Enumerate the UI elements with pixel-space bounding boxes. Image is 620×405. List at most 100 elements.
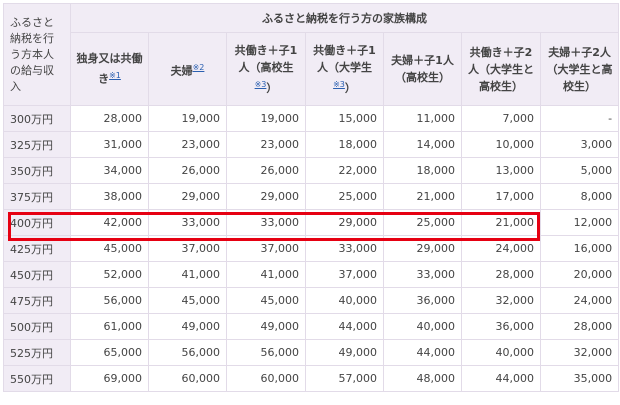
limit-value-cell: 45,000 (70, 235, 149, 262)
limit-value-cell: 28,000 (461, 261, 541, 288)
limit-value-cell: 26,000 (226, 157, 306, 184)
limit-value-cell: 25,000 (305, 183, 384, 210)
limit-value-cell: 37,000 (305, 261, 384, 288)
limit-value-cell: 33,000 (148, 209, 227, 236)
table-row: 375万円 38,000 29,000 29,000 25,000 21,000 17,00… (3, 183, 620, 210)
limit-value-cell: 56,000 (70, 287, 149, 314)
column-header: 独身又は共働き※1 (70, 32, 149, 106)
limit-value-cell: 5,000 (539, 157, 620, 184)
footnote-link[interactable]: ※2 (193, 63, 205, 72)
limit-value-cell: 40,000 (383, 313, 462, 340)
table-row: 450万円 52,000 41,000 41,000 37,000 33,000 28,00… (3, 261, 620, 288)
table-row: 425万円 45,000 37,000 37,000 33,000 29,000 24,00… (3, 235, 620, 262)
income-cell: 400万円 (3, 209, 71, 236)
limit-value-cell: 23,000 (226, 131, 306, 158)
income-cell: 525万円 (3, 339, 71, 366)
table-body: 300万円 28,000 19,000 19,000 15,000 11,000 7,000… (3, 105, 620, 392)
limit-value-cell: 25,000 (383, 209, 462, 236)
limit-value-cell: 14,000 (383, 131, 462, 158)
limit-value-cell: 28,000 (70, 105, 149, 132)
limit-value-cell: 13,000 (461, 157, 541, 184)
limit-value-cell: 22,000 (305, 157, 384, 184)
table-row: 325万円 31,000 23,000 23,000 18,000 14,000 10,00… (3, 131, 620, 158)
column-header: 共働き＋子2人（大学生と高校生） (461, 32, 541, 106)
income-cell: 350万円 (3, 157, 71, 184)
limit-value-cell: 16,000 (539, 235, 620, 262)
income-cell: 375万円 (3, 183, 71, 210)
limit-value-cell: 32,000 (461, 287, 541, 314)
column-header-label: 夫婦＋子2人（大学生と高校生） (546, 45, 613, 93)
limit-value-cell: 36,000 (383, 287, 462, 314)
limit-value-cell: 69,000 (70, 365, 149, 392)
limit-value-cell: 60,000 (226, 365, 306, 392)
limit-value-cell: 65,000 (70, 339, 149, 366)
limit-value-cell: 29,000 (305, 209, 384, 236)
column-header-suffix: ） (344, 81, 356, 95)
footnote-link[interactable]: ※3 (333, 80, 345, 89)
limit-value-cell: 32,000 (539, 339, 620, 366)
limit-value-cell: 61,000 (70, 313, 149, 340)
limit-value-cell: 31,000 (70, 131, 149, 158)
limit-value-cell: 44,000 (461, 365, 541, 392)
income-cell: 475万円 (3, 287, 71, 314)
column-header: 夫婦＋子2人（大学生と高校生） (539, 32, 620, 106)
limit-value-cell: 10,000 (461, 131, 541, 158)
limit-value-cell: 57,000 (305, 365, 384, 392)
income-cell: 325万円 (3, 131, 71, 158)
limit-value-cell: 34,000 (70, 157, 149, 184)
limit-value-cell: 18,000 (305, 131, 384, 158)
limit-value-cell: 49,000 (148, 313, 227, 340)
limit-value-cell: 33,000 (383, 261, 462, 288)
column-header: 夫婦※2 (148, 32, 227, 106)
limit-value-cell: 24,000 (539, 287, 620, 314)
column-header: 共働き＋子1人（大学生 ※3） (305, 32, 384, 106)
limit-value-cell: 44,000 (305, 313, 384, 340)
limit-value-cell: 33,000 (226, 209, 306, 236)
limit-value-cell: 41,000 (226, 261, 306, 288)
limit-value-cell: 45,000 (226, 287, 306, 314)
family-structure-header-label: ふるさと納税を行う方の家族構成 (262, 11, 428, 25)
limit-value-cell: 37,000 (226, 235, 306, 262)
column-header-label: 共働き＋子2人（大学生と高校生） (468, 45, 534, 93)
limit-value-cell: 44,000 (383, 339, 462, 366)
income-cell: 550万円 (3, 365, 71, 392)
limit-value-cell: 29,000 (226, 183, 306, 210)
table-row: 500万円 61,000 49,000 49,000 44,000 40,000 36,00… (3, 313, 620, 340)
footnote-link[interactable]: ※1 (109, 71, 121, 80)
limit-value-cell: 7,000 (461, 105, 541, 132)
limit-value-cell: 15,000 (305, 105, 384, 132)
income-cell: 450万円 (3, 261, 71, 288)
table-row: 400万円 42,000 33,000 33,000 29,000 25,000 21,00… (3, 209, 620, 236)
limit-value-cell: 35,000 (539, 365, 620, 392)
table-row: 350万円 34,000 26,000 26,000 22,000 18,000 13,00… (3, 157, 620, 184)
limit-value-cell: 48,000 (383, 365, 462, 392)
limit-value-cell: 49,000 (226, 313, 306, 340)
income-column-header: ふるさと納税を行う方本人の給与収入 (3, 3, 71, 106)
column-header-suffix: ） (266, 81, 278, 95)
limit-value-cell: 12,000 (539, 209, 620, 236)
limit-value-cell: 28,000 (539, 313, 620, 340)
income-column-header-label: ふるさと納税を行う方本人の給与収入 (10, 15, 54, 93)
limit-value-cell: - (539, 105, 620, 132)
limit-value-cell: 41,000 (148, 261, 227, 288)
limit-value-cell: 17,000 (461, 183, 541, 210)
limit-value-cell: 29,000 (383, 235, 462, 262)
limit-value-cell: 42,000 (70, 209, 149, 236)
column-header-label: 夫婦 (170, 64, 193, 78)
table-row: 525万円 65,000 56,000 56,000 49,000 44,000 40,00… (3, 339, 620, 366)
column-header-label: 夫婦＋子1人（高校生） (391, 54, 454, 84)
limit-value-cell: 24,000 (461, 235, 541, 262)
limit-value-cell: 20,000 (539, 261, 620, 288)
limit-value-cell: 49,000 (305, 339, 384, 366)
limit-value-cell: 19,000 (148, 105, 227, 132)
limit-value-cell: 8,000 (539, 183, 620, 210)
table-row: 300万円 28,000 19,000 19,000 15,000 11,000 7,000… (3, 105, 620, 132)
income-cell: 300万円 (3, 105, 71, 132)
limit-value-cell: 21,000 (383, 183, 462, 210)
limit-value-cell: 56,000 (148, 339, 227, 366)
table-row: 550万円 69,000 60,000 60,000 57,000 48,000 44,00… (3, 365, 620, 392)
limit-value-cell: 40,000 (305, 287, 384, 314)
footnote-link[interactable]: ※3 (255, 80, 267, 89)
furusato-limit-table: ふるさと納税を行う方本人の給与収入 ふるさと納税を行う方の家族構成 独身又は共働… (3, 3, 620, 392)
limit-value-cell: 38,000 (70, 183, 149, 210)
